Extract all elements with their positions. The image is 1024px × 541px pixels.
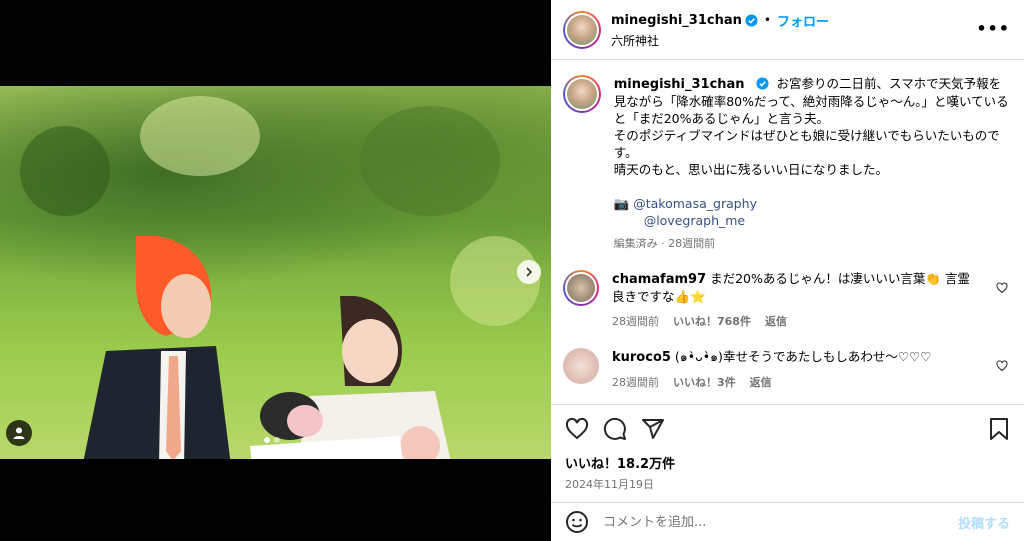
comment-likes[interactable]: いいね！768件: [673, 313, 751, 330]
verified-badge-icon: [745, 13, 758, 27]
user-icon: [13, 427, 25, 439]
post-header: minegishi_31chan • フォロー 六所神社 •••: [551, 0, 1024, 60]
heart-icon[interactable]: [996, 282, 1008, 294]
next-slide-button[interactable]: [517, 260, 541, 284]
mention-link[interactable]: @takomasa_graphy: [633, 196, 757, 211]
man-figure: [83, 236, 231, 459]
carousel-dot: [264, 437, 270, 443]
avatar[interactable]: [563, 348, 599, 384]
action-bar: いいね！18.2万件 2024年11月19日: [551, 404, 1024, 492]
comments-section[interactable]: minegishi_31chan お宮参りの二日前、スマホで天気予報を見ながら「…: [551, 61, 1024, 404]
caption: minegishi_31chan お宮参りの二日前、スマホで天気予報を見ながら「…: [563, 75, 1010, 252]
location-link[interactable]: 六所神社: [611, 32, 829, 49]
comment-time: 28週間前: [612, 315, 659, 328]
bookmark-icon[interactable]: [988, 417, 1010, 441]
avatar[interactable]: [563, 270, 599, 306]
chevron-right-icon: [526, 267, 533, 277]
comment-input[interactable]: [603, 514, 958, 530]
likes-count[interactable]: いいね！18.2万件: [565, 453, 1010, 472]
verified-badge-icon: [756, 77, 769, 90]
mention-link[interactable]: @lovegraph_me: [644, 212, 1010, 229]
carousel-dots: [264, 437, 280, 443]
add-comment-bar: 投稿する: [551, 502, 1024, 541]
post-media: [0, 0, 551, 541]
woman-with-baby-figure: [250, 296, 451, 459]
tagged-users-button[interactable]: [6, 420, 32, 446]
follow-button[interactable]: フォロー: [777, 11, 829, 30]
caption-line: 晴天のもと、思い出に残るいい日になりました。: [613, 162, 888, 177]
post-date: 2024年11月19日: [565, 478, 654, 491]
post-comment-button[interactable]: 投稿する: [958, 513, 1010, 532]
comment-item: chamafam97 まだ20%あるじゃん！は凄いいい言葉👏 言霊良きですな👍⭐…: [563, 270, 1010, 330]
comment-text: (๑•̀ᴗ•̀๑)幸せそうであたしもしあわせ〜♡♡♡: [674, 349, 932, 364]
share-send-icon[interactable]: [641, 417, 665, 441]
comment-item: kuroco5 (๑•̀ᴗ•̀๑)幸せそうであたしもしあわせ〜♡♡♡ 28週間前…: [563, 348, 1010, 391]
caption-username[interactable]: minegishi_31chan: [614, 77, 745, 92]
like-heart-icon[interactable]: [565, 417, 589, 441]
post-side-panel: minegishi_31chan • フォロー 六所神社 ••• minegis…: [551, 0, 1024, 541]
author-username[interactable]: minegishi_31chan: [611, 13, 742, 28]
emoji-smiley-icon[interactable]: [565, 510, 589, 534]
post-photo: [0, 86, 551, 459]
comment-username[interactable]: chamafam97: [612, 272, 706, 287]
caption-line: そのポジティブマインドはぜひとも娘に受け継いでもらいたいものです。: [613, 128, 1000, 160]
avatar[interactable]: [563, 75, 601, 113]
comment-username[interactable]: kuroco5: [612, 350, 671, 365]
caption-meta: 編集済み · 28週間前: [613, 237, 716, 250]
camera-emoji: 📷: [613, 196, 630, 211]
comment-bubble-icon[interactable]: [603, 417, 627, 441]
separator: •: [763, 13, 771, 27]
heart-icon[interactable]: [996, 360, 1008, 372]
comment-likes[interactable]: いいね！3件: [673, 374, 736, 391]
reply-button[interactable]: 返信: [765, 313, 787, 330]
avatar[interactable]: [563, 10, 601, 49]
carousel-dot: [274, 437, 280, 443]
more-options-button[interactable]: •••: [976, 19, 1010, 38]
reply-button[interactable]: 返信: [750, 374, 772, 391]
comment-time: 28週間前: [612, 376, 659, 389]
